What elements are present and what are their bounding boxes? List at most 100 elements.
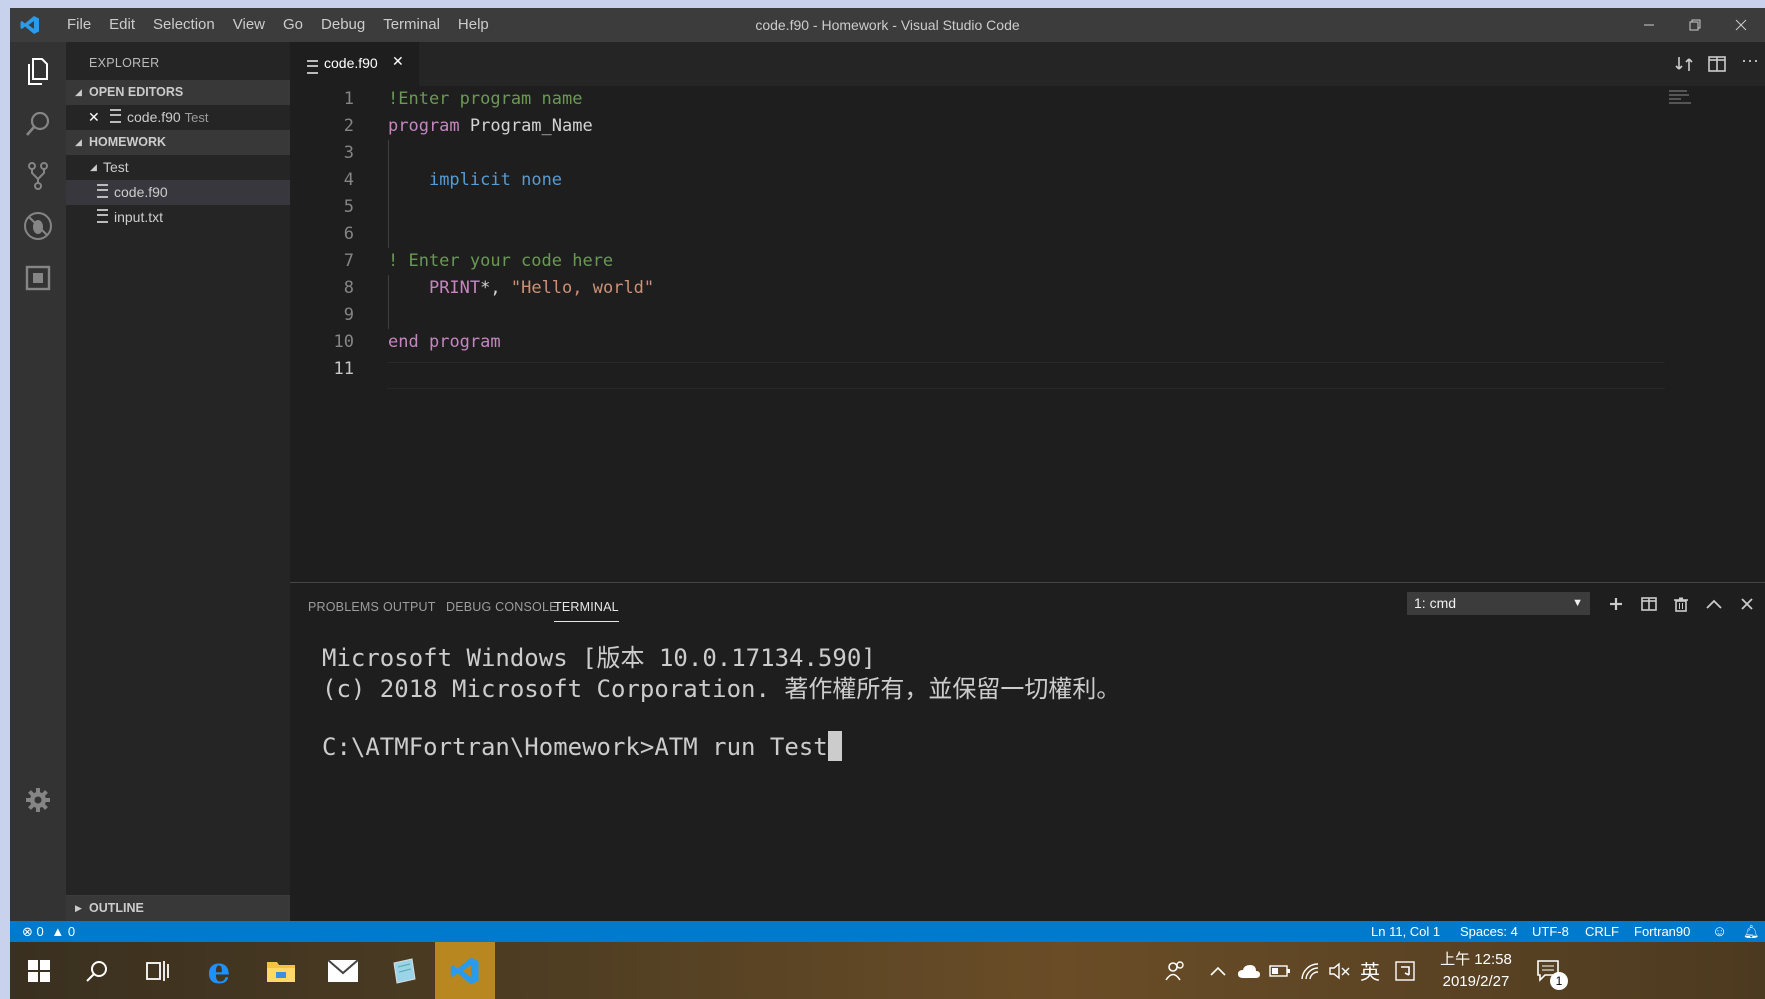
clock[interactable]: 上午 12:58 2019/2/27	[1426, 942, 1526, 999]
action-center-button[interactable]: 1	[1530, 942, 1568, 999]
line-number: 11	[333, 359, 354, 379]
maximize-panel-button[interactable]	[1701, 591, 1727, 617]
code-line: implicit none	[428, 170, 563, 190]
more-actions-icon[interactable]: ···	[1741, 50, 1759, 71]
cursor-position[interactable]: Ln 11, Col 1	[1371, 921, 1440, 942]
menu-view[interactable]: View	[224, 8, 274, 42]
workspace-header[interactable]: ◢ HOMEWORK	[66, 130, 290, 155]
menu-selection[interactable]: Selection	[144, 8, 224, 42]
file-input-txt[interactable]: input.txt	[66, 205, 290, 230]
mail-icon	[327, 958, 359, 982]
terminal-line: (c) 2018 Microsoft Corporation. 著作權所有，並保…	[322, 675, 1121, 703]
menu-go[interactable]: Go	[274, 8, 312, 42]
chevron-down-icon: ◢	[75, 137, 82, 147]
menu-debug[interactable]: Debug	[312, 8, 374, 42]
close-editor-icon[interactable]: ✕	[88, 105, 100, 130]
edge-browser-button[interactable]: e	[188, 942, 250, 999]
task-view-button[interactable]	[126, 942, 188, 999]
menu-bar: File Edit Selection View Go Debug Termin…	[58, 8, 498, 42]
problems-status[interactable]: ⊗ 0 ▲ 0	[22, 921, 75, 942]
menu-edit[interactable]: Edit	[100, 8, 144, 42]
bell-icon[interactable]: 🔔︎	[1743, 921, 1760, 942]
tab-output[interactable]: OUTPUT	[383, 600, 436, 614]
debug-activity[interactable]	[10, 202, 66, 250]
chevron-down-icon: ◢	[75, 87, 82, 97]
indentation[interactable]: Spaces: 4	[1460, 921, 1518, 942]
line-number: 8	[343, 278, 354, 298]
title-bar: File Edit Selection View Go Debug Termin…	[10, 8, 1765, 42]
network-tray[interactable]	[1296, 942, 1324, 999]
source-control-activity[interactable]	[10, 152, 66, 200]
minimize-button[interactable]	[1626, 8, 1672, 42]
extensions-activity[interactable]	[10, 254, 66, 302]
code-editor[interactable]: 1 2 3 4 5 6 7 8 9 10 11 !Enter program n…	[290, 86, 1765, 582]
close-icon	[1741, 598, 1753, 610]
taskbar-search-button[interactable]	[66, 942, 128, 999]
ime-mode-button[interactable]	[1390, 942, 1420, 999]
split-editor-icon[interactable]	[1708, 55, 1726, 73]
code-line: program Program_Name	[388, 116, 593, 136]
line-number: 2	[343, 116, 354, 136]
volume-tray[interactable]	[1326, 942, 1354, 999]
terminal-select[interactable]: 1: cmd ▼	[1407, 592, 1590, 615]
menu-terminal[interactable]: Terminal	[374, 8, 449, 42]
vscode-taskbar-button[interactable]	[435, 942, 495, 999]
battery-tray[interactable]	[1266, 942, 1294, 999]
restore-button[interactable]	[1672, 8, 1718, 42]
notes-app-button[interactable]	[373, 942, 435, 999]
editor-tabs: code.f90 ✕ ···	[290, 42, 1765, 86]
folder-icon	[267, 961, 295, 982]
people-button[interactable]	[1155, 942, 1195, 999]
terminal-cursor	[827, 731, 842, 761]
extensions-icon	[25, 265, 51, 291]
chevron-up-icon	[1706, 599, 1722, 609]
tab-terminal[interactable]: TERMINAL	[554, 600, 619, 622]
show-hidden-icons-button[interactable]	[1203, 942, 1233, 999]
wifi-icon	[1301, 962, 1319, 979]
tab-problems[interactable]: PROBLEMS	[308, 600, 379, 614]
line-number: 7	[343, 251, 354, 271]
start-button[interactable]	[8, 942, 70, 999]
kill-terminal-button[interactable]	[1668, 591, 1694, 617]
file-explorer-button[interactable]	[250, 942, 312, 999]
file-code-f90[interactable]: code.f90	[66, 180, 290, 205]
status-bar: ⊗ 0 ▲ 0 Ln 11, Col 1 Spaces: 4 UTF-8 CRL…	[10, 921, 1765, 942]
edge-icon: e	[207, 949, 231, 992]
line-number: 10	[333, 332, 354, 352]
open-changes-icon[interactable]	[1675, 55, 1693, 73]
chevron-up-icon	[1210, 966, 1226, 976]
ime-indicator[interactable]: 英	[1355, 942, 1385, 999]
close-panel-button[interactable]	[1734, 591, 1760, 617]
split-terminal-button[interactable]	[1636, 591, 1662, 617]
outline-header[interactable]: ▶ OUTLINE	[66, 895, 290, 921]
file-icon	[97, 209, 108, 223]
menu-help[interactable]: Help	[449, 8, 498, 42]
dropdown-arrow-icon: ▼	[1572, 597, 1583, 609]
settings-activity[interactable]	[10, 776, 66, 824]
open-editors-header[interactable]: ◢ OPEN EDITORS	[66, 80, 290, 105]
code-line: PRINT*, "Hello, world"	[428, 278, 655, 298]
bottom-panel: PROBLEMS OUTPUT DEBUG CONSOLE TERMINAL 1…	[290, 582, 1765, 922]
activity-bar	[10, 42, 66, 921]
tab-debug-console[interactable]: DEBUG CONSOLE	[446, 600, 558, 614]
explorer-activity[interactable]	[10, 48, 66, 96]
feedback-smiley-icon[interactable]: ☺	[1712, 921, 1727, 942]
search-activity[interactable]	[10, 100, 66, 148]
trash-icon	[1674, 597, 1688, 612]
onedrive-tray[interactable]	[1234, 942, 1264, 999]
end-of-line[interactable]: CRLF	[1585, 921, 1619, 942]
vscode-logo-icon	[20, 16, 39, 34]
open-editor-item[interactable]: ✕ code.f90 Test	[66, 105, 290, 130]
new-terminal-button[interactable]	[1603, 591, 1629, 617]
menu-file[interactable]: File	[58, 8, 100, 42]
tab-code-f90[interactable]: code.f90 ✕	[290, 42, 419, 86]
language-mode[interactable]: Fortran90	[1634, 921, 1690, 942]
file-icon	[97, 184, 108, 198]
folder-test[interactable]: ◢ Test	[66, 155, 290, 180]
close-tab-icon[interactable]: ✕	[392, 53, 404, 70]
close-window-button[interactable]	[1718, 8, 1764, 42]
minimap[interactable]	[1669, 90, 1695, 106]
file-icon	[307, 60, 318, 74]
encoding[interactable]: UTF-8	[1532, 921, 1569, 942]
mail-button[interactable]	[312, 942, 374, 999]
